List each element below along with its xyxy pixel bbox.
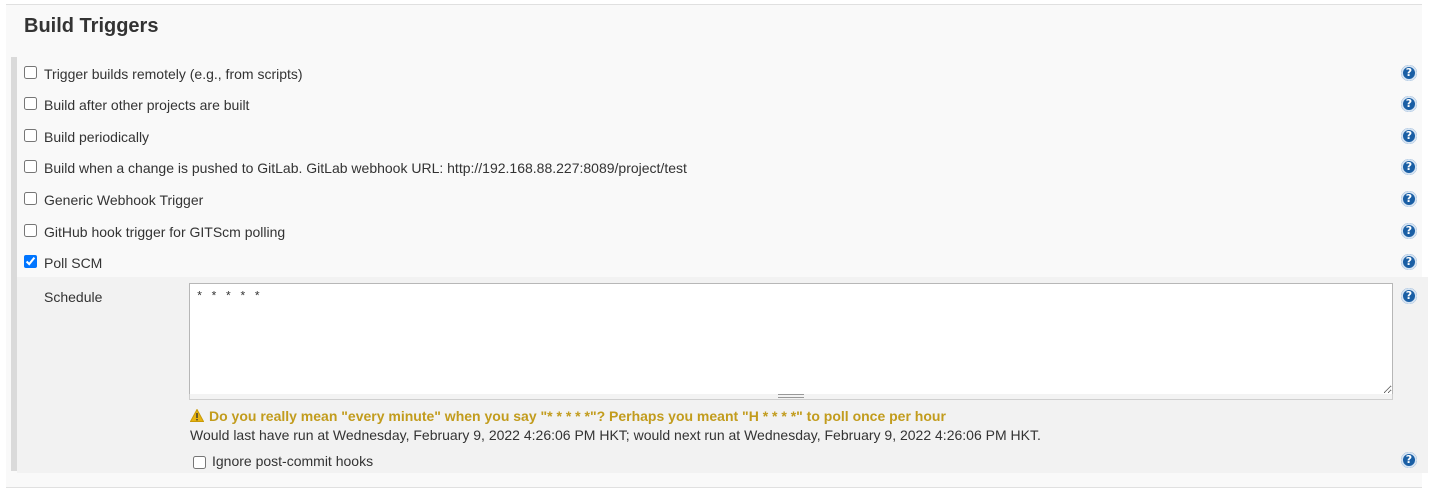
trigger-row-remote: Trigger builds remotely (e.g., from scri… (6, 60, 1422, 88)
trigger-row-generic-webhook: Generic Webhook Trigger ? (6, 186, 1422, 214)
help-icon[interactable]: ? (1401, 128, 1417, 144)
schedule-label: Schedule (44, 289, 103, 305)
trigger-periodically-label[interactable]: Build periodically (44, 129, 149, 145)
ignore-post-commit-row: Ignore post-commit hooks ? (17, 449, 1428, 473)
help-icon[interactable]: ? (1401, 223, 1417, 239)
help-icon[interactable]: ? (1401, 96, 1417, 112)
help-icon[interactable]: ? (1401, 191, 1417, 207)
trigger-generic-webhook-checkbox[interactable] (24, 192, 37, 205)
trigger-gitlab-checkbox[interactable] (24, 160, 37, 173)
schedule-textarea[interactable] (189, 283, 1393, 395)
warning-icon (190, 409, 204, 422)
trigger-github-hook-label[interactable]: GitHub hook trigger for GITScm polling (44, 224, 285, 240)
trigger-remote-checkbox[interactable] (24, 66, 37, 79)
build-triggers-section: Build Triggers Trigger builds remotely (… (6, 4, 1428, 488)
trigger-after-other-projects-label[interactable]: Build after other projects are built (44, 97, 249, 113)
trigger-gitlab-label[interactable]: Build when a change is pushed to GitLab.… (44, 160, 687, 176)
schedule-warning: Do you really mean "every minute" when y… (190, 408, 946, 424)
trigger-github-hook-checkbox[interactable] (24, 224, 37, 237)
trigger-generic-webhook-label[interactable]: Generic Webhook Trigger (44, 192, 203, 208)
help-icon[interactable]: ? (1401, 288, 1417, 304)
help-icon[interactable]: ? (1401, 452, 1417, 468)
textarea-resize-grip[interactable] (189, 394, 1393, 400)
trigger-periodically-checkbox[interactable] (24, 129, 37, 142)
trigger-after-other-projects-checkbox[interactable] (24, 97, 37, 110)
schedule-warning-text: Do you really mean "every minute" when y… (209, 408, 946, 424)
help-icon[interactable]: ? (1401, 65, 1417, 81)
schedule-run-info: Would last have run at Wednesday, Februa… (190, 427, 1041, 443)
ignore-post-commit-label[interactable]: Ignore post-commit hooks (212, 453, 373, 469)
grip-lines-icon (778, 394, 804, 398)
help-icon[interactable]: ? (1401, 254, 1417, 270)
trigger-row-periodically: Build periodically ? (6, 123, 1422, 151)
trigger-row-github-hook: GitHub hook trigger for GITScm polling ? (6, 218, 1422, 246)
trigger-row-poll-scm: Poll SCM ? (6, 249, 1422, 277)
trigger-row-gitlab: Build when a change is pushed to GitLab.… (6, 154, 1422, 182)
poll-scm-options-panel: Schedule ? Do you really mean "every min… (17, 277, 1428, 473)
ignore-post-commit-checkbox[interactable] (193, 456, 206, 469)
trigger-row-after-other-projects: Build after other projects are built ? (6, 91, 1422, 119)
trigger-remote-label[interactable]: Trigger builds remotely (e.g., from scri… (44, 66, 303, 82)
trigger-poll-scm-checkbox[interactable] (24, 255, 37, 268)
trigger-poll-scm-label[interactable]: Poll SCM (44, 255, 102, 271)
help-icon[interactable]: ? (1401, 159, 1417, 175)
section-title: Build Triggers (24, 15, 159, 37)
